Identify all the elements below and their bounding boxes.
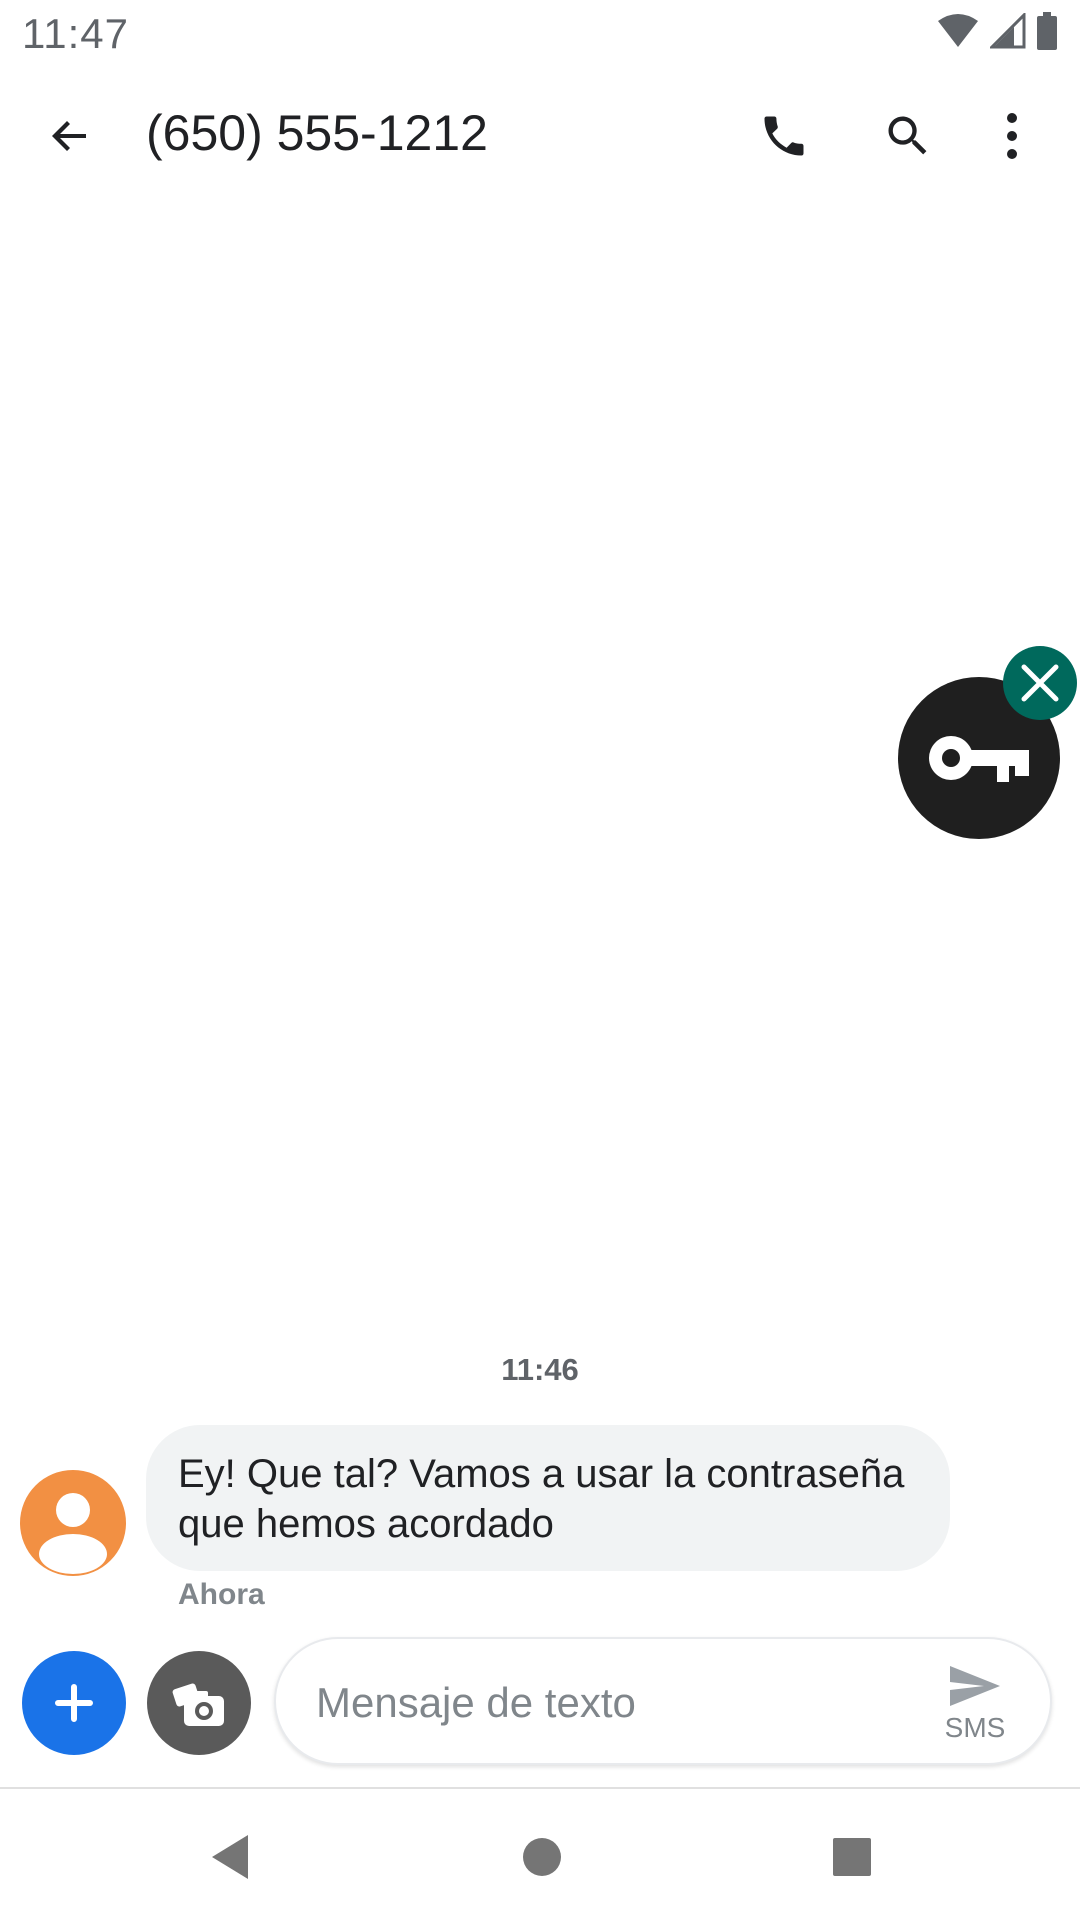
- contact-avatar[interactable]: [20, 1470, 126, 1576]
- home-circle-icon: [523, 1838, 561, 1876]
- message-status: Ahora: [178, 1578, 265, 1611]
- floating-bubble-close-button[interactable]: [1003, 646, 1077, 720]
- camera-icon: [172, 1683, 224, 1726]
- person-icon: [39, 1493, 107, 1574]
- nav-back-button[interactable]: [200, 1827, 260, 1887]
- message-text-line-1: Ey! Que tal? Vamos a usar la contraseña: [178, 1452, 905, 1496]
- wifi-icon: [938, 14, 978, 47]
- search-button[interactable]: [876, 104, 940, 168]
- plus-icon: [55, 1684, 93, 1722]
- back-arrow-icon: [52, 121, 86, 151]
- nav-recents-button[interactable]: [822, 1827, 882, 1887]
- add-attachment-button[interactable]: [22, 1651, 126, 1755]
- recents-square-icon: [833, 1838, 871, 1876]
- camera-button[interactable]: [147, 1651, 251, 1755]
- compose-bar: SMS: [274, 1637, 1052, 1765]
- nav-divider: [0, 1787, 1080, 1789]
- nav-home-button[interactable]: [512, 1827, 572, 1887]
- incoming-message-bubble[interactable]: Ey! Que tal? Vamos a usar la contraseña …: [146, 1425, 950, 1571]
- message-timestamp: 11:46: [501, 1352, 579, 1387]
- status-time: 11:47: [22, 10, 129, 57]
- overflow-menu-button[interactable]: [990, 104, 1034, 168]
- message-input[interactable]: [316, 1673, 876, 1733]
- send-type-label: SMS: [944, 1712, 1006, 1743]
- battery-icon: [1037, 12, 1057, 50]
- phone-icon: [764, 116, 804, 156]
- more-vert-icon: [1007, 113, 1017, 159]
- status-icons: [936, 12, 1058, 50]
- messages-screen: 11:47 (650) 555-1212 11:46 Ey! Que tal? …: [0, 0, 1080, 1920]
- send-icon: [950, 1666, 1000, 1706]
- call-button[interactable]: [752, 104, 816, 168]
- send-sms-button[interactable]: SMS: [930, 1659, 1020, 1749]
- back-triangle-icon: [212, 1835, 248, 1879]
- back-button[interactable]: [40, 106, 100, 166]
- message-text-line-2: que hemos acordado: [178, 1502, 554, 1546]
- conversation-title: (650) 555-1212: [146, 105, 488, 161]
- close-icon: [1021, 664, 1059, 702]
- key-icon: [929, 736, 1029, 782]
- search-icon: [888, 116, 927, 155]
- signal-icon: [990, 13, 1026, 49]
